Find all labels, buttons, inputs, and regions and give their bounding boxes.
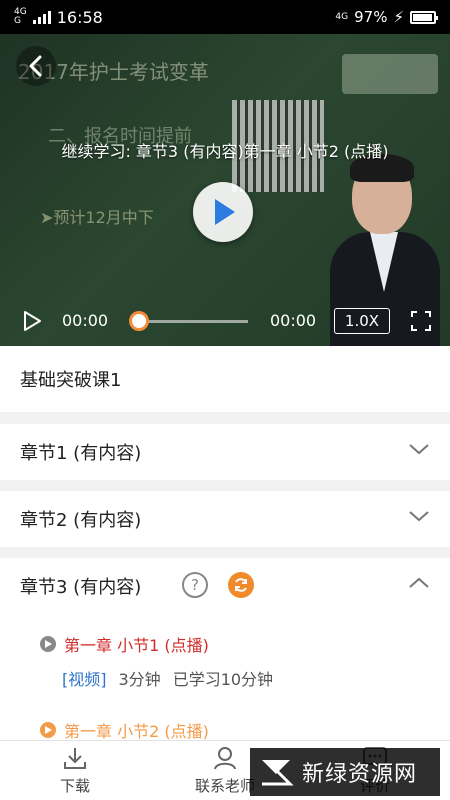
question-icon[interactable]: ? bbox=[182, 572, 208, 598]
play-small-icon[interactable] bbox=[22, 310, 42, 332]
chevron-down-icon bbox=[409, 444, 429, 455]
play-circle-icon bbox=[40, 722, 56, 738]
signal-bars-icon bbox=[32, 10, 51, 24]
right-signal-label: 4G bbox=[335, 11, 349, 22]
lesson-title: 第一章 小节2 (点播) bbox=[64, 722, 209, 741]
watermark: 新绿资源网 bbox=[250, 748, 440, 796]
watermark-logo-icon bbox=[262, 760, 294, 786]
player-controls: 00:00 00:00 1.0X bbox=[0, 304, 450, 338]
lesson-item[interactable]: 第一章 小节2 (点播) bbox=[40, 718, 209, 742]
logo-watermark bbox=[342, 54, 438, 94]
contact-label: 联系老师 bbox=[194, 777, 255, 795]
play-circle-icon bbox=[40, 636, 56, 652]
charging-icon: ⚡ bbox=[393, 8, 404, 26]
download-icon bbox=[64, 748, 86, 769]
speed-button[interactable]: 1.0X bbox=[334, 308, 390, 334]
video-frame-text: ➤预计12月中下 bbox=[40, 208, 154, 227]
chapter-row[interactable]: 章节1 (有内容) bbox=[0, 424, 450, 480]
clock: 16:58 bbox=[56, 7, 103, 27]
lesson-meta: [视频] 3分钟 已学习10分钟 bbox=[62, 666, 273, 690]
chapter-label: 章节3 (有内容) bbox=[20, 577, 142, 598]
status-bar: 4G G 16:58 4G 97% ⚡ bbox=[0, 0, 450, 34]
download-label: 下载 bbox=[59, 777, 90, 795]
chapter-row-expanded: 章节3 (有内容) ? 第一章 小节1 (点播) [视频] 3分钟 已学习10分… bbox=[0, 558, 450, 742]
chevron-down-icon bbox=[409, 511, 429, 522]
lesson-duration: 3分钟 bbox=[118, 670, 161, 689]
lesson-type-tag: [视频] bbox=[62, 670, 107, 689]
video-player[interactable]: 2017年护士考试变革 二、报名时间提前 ➤预计12月中下 继续学习: 章节3 … bbox=[0, 34, 450, 346]
progress-track[interactable] bbox=[138, 320, 248, 323]
lesson-studied: 已学习10分钟 bbox=[172, 670, 274, 689]
battery-icon bbox=[410, 10, 438, 24]
play-button[interactable] bbox=[193, 182, 253, 242]
download-button[interactable]: 下载 bbox=[0, 741, 150, 800]
watermark-text: 新绿资源网 bbox=[302, 762, 418, 787]
back-button[interactable] bbox=[16, 46, 56, 86]
continue-learning-title: 继续学习: 章节3 (有内容)第一章 小节2 (点播) bbox=[61, 142, 389, 161]
user-icon bbox=[214, 747, 236, 770]
total-time: 00:00 bbox=[270, 311, 317, 330]
fullscreen-icon[interactable] bbox=[410, 310, 432, 332]
chevron-left-icon bbox=[29, 55, 42, 77]
signal-indicator: 4G G bbox=[14, 7, 27, 26]
chapter-label: 章节1 (有内容) bbox=[20, 443, 142, 464]
play-icon bbox=[215, 199, 235, 225]
current-time: 00:00 bbox=[62, 311, 109, 330]
battery-percent: 97% bbox=[354, 8, 388, 26]
course-title: 基础突破课1 bbox=[0, 346, 450, 412]
chevron-up-icon[interactable] bbox=[408, 576, 430, 590]
refresh-icon[interactable] bbox=[228, 572, 254, 598]
progress-knob[interactable] bbox=[129, 311, 149, 331]
chapter-label: 章节2 (有内容) bbox=[20, 510, 142, 531]
chapter-row[interactable]: 章节2 (有内容) bbox=[0, 491, 450, 547]
lesson-item[interactable]: 第一章 小节1 (点播) bbox=[40, 632, 209, 656]
lesson-title: 第一章 小节1 (点播) bbox=[64, 636, 209, 655]
